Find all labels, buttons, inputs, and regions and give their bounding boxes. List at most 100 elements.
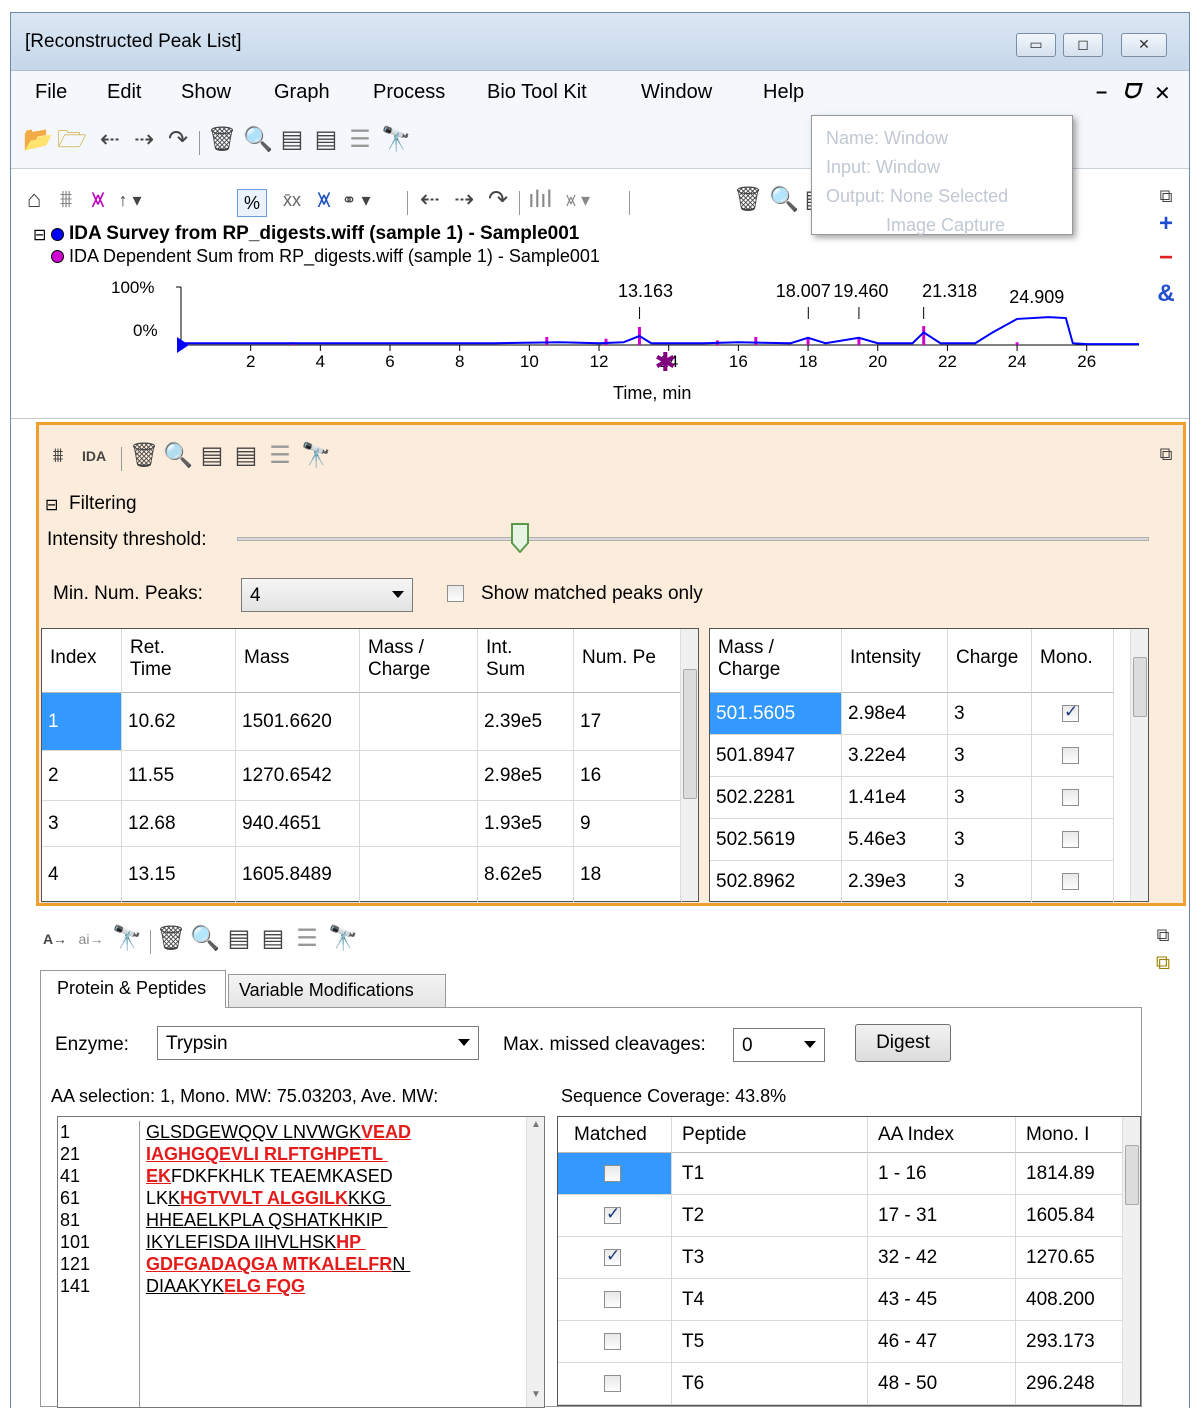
binoculars-peaks-icon[interactable]: 🔭	[301, 443, 331, 469]
sequence-text[interactable]: GLSDGEWQQV LNVWGKVEAD IAGHGQEVLI RLFTGHPE…	[146, 1121, 516, 1297]
peaks-col-header[interactable]: Mass	[236, 629, 360, 693]
binoculars-bio-icon[interactable]: 🔭	[328, 926, 358, 952]
matched-checkbox[interactable]	[604, 1204, 621, 1224]
peptide-col-header[interactable]: Peptide	[672, 1117, 868, 1153]
peptide-cell[interactable]: 43 - 45	[868, 1279, 1016, 1321]
mz-cell[interactable]: 3	[948, 777, 1032, 819]
menu-window[interactable]: Window	[641, 81, 712, 104]
binoculars-icon[interactable]: 🔭	[381, 127, 411, 153]
enzyme-select[interactable]: Trypsin	[157, 1026, 479, 1060]
peptide-cell[interactable]: 408.200	[1016, 1279, 1124, 1321]
mono-checkbox[interactable]	[1062, 789, 1079, 806]
table-icon[interactable]: ▤	[277, 127, 307, 153]
peaks-cell[interactable]: 13.15	[122, 847, 236, 903]
peaks-cell[interactable]: 2.39e5	[478, 693, 574, 751]
peptide-cell[interactable]: 1814.89	[1016, 1153, 1124, 1195]
mz-scrollbar[interactable]	[1130, 629, 1148, 901]
intensity-slider-track[interactable]	[237, 537, 1149, 541]
mz-scroll-thumb[interactable]	[1133, 657, 1147, 717]
table-bio-icon[interactable]: ▤	[224, 926, 254, 952]
digest-button[interactable]: Digest	[855, 1024, 951, 1062]
list-bio-icon[interactable]: ☰	[292, 926, 322, 952]
mz-col-header[interactable]: Charge	[948, 629, 1032, 693]
peptide-cell[interactable]: 1605.84	[1016, 1195, 1124, 1237]
mz-cell[interactable]: 501.8947	[710, 735, 842, 777]
max-missed-select[interactable]: 0	[733, 1028, 825, 1062]
mono-checkbox[interactable]	[1062, 873, 1079, 890]
tab-variable-modifications[interactable]: Variable Modifications	[228, 974, 446, 1008]
table2-peaks-icon[interactable]: ▤	[231, 443, 261, 469]
mz-cell[interactable]: 3.22e4	[842, 735, 948, 777]
peaks-col-header[interactable]: Mass / Charge	[360, 629, 478, 693]
axx-icon[interactable]: A→	[40, 926, 70, 952]
peaks-cell[interactable]: 2.98e5	[478, 751, 574, 801]
pane-menu3-icon[interactable]: ⧉	[1148, 922, 1178, 948]
peaks-cell[interactable]	[360, 751, 478, 801]
peaks-cell[interactable]: 17	[574, 693, 682, 751]
find-icon[interactable]: 🔭	[112, 926, 142, 952]
mz-cell[interactable]: 5.46e3	[842, 819, 948, 861]
menu-process[interactable]: Process	[373, 81, 445, 104]
peaks-cell[interactable]: 16	[574, 751, 682, 801]
table2-icon[interactable]: ▤	[311, 127, 341, 153]
matched-checkbox[interactable]	[604, 1291, 621, 1308]
zoom-bio-icon[interactable]: 🔍	[190, 926, 220, 952]
tab-protein-peptides[interactable]: Protein & Peptides	[40, 970, 226, 1008]
peaks-cell[interactable]: 3	[42, 801, 122, 847]
peaks-col-header[interactable]: Num. Pe	[574, 629, 682, 693]
peaks-col-header[interactable]: Ret. Time	[122, 629, 236, 693]
menu-show[interactable]: Show	[181, 81, 231, 104]
mz-cell[interactable]: 502.2281	[710, 777, 842, 819]
delete-icon[interactable]: 🗑	[207, 127, 237, 153]
mdi-restore-icon[interactable]: ᗜ	[1123, 81, 1140, 104]
matched-checkbox[interactable]	[604, 1375, 621, 1392]
mz-cell[interactable]: 3	[948, 819, 1032, 861]
peaks-cell[interactable]: 1605.8489	[236, 847, 360, 903]
menu-edit[interactable]: Edit	[107, 81, 141, 104]
maximize-button[interactable]: ◻	[1063, 33, 1103, 57]
open-folder-icon[interactable]: 📂	[23, 127, 53, 153]
peaks-cell[interactable]: 4	[42, 847, 122, 903]
mz-cell[interactable]: 1.41e4	[842, 777, 948, 819]
peaks-cell[interactable]	[360, 847, 478, 903]
sequence-line[interactable]: GLSDGEWQQV LNVWGKVEAD	[146, 1121, 516, 1143]
delete-peaks-icon[interactable]: 🗑	[129, 443, 159, 469]
peaks-cell[interactable]: 940.4651	[236, 801, 360, 847]
peptide-cell[interactable]: 296.248	[1016, 1363, 1124, 1405]
peptide-cell[interactable]: T2	[672, 1195, 868, 1237]
zoom-icon[interactable]: 🔍	[243, 127, 273, 153]
peaks-cell[interactable]: 1501.6620	[236, 693, 360, 751]
mz-cell[interactable]: 3	[948, 861, 1032, 903]
peptide-col-header[interactable]: Mono. I	[1016, 1117, 1124, 1153]
peptide-cell[interactable]: 32 - 42	[868, 1237, 1016, 1279]
peaks-cell[interactable]	[360, 693, 478, 751]
show-matched-checkbox[interactable]	[447, 585, 464, 602]
copy-icon[interactable]: ⧉	[1148, 950, 1178, 976]
sequence-line[interactable]: IKYLEFISDA IIHVLHSKHP	[146, 1231, 516, 1253]
peaks-cell[interactable]: 1	[42, 693, 122, 751]
intensity-slider-thumb[interactable]	[510, 523, 529, 554]
mz-col-header[interactable]: Mass / Charge	[710, 629, 842, 693]
close-button[interactable]: ✕	[1121, 33, 1167, 57]
peptide-cell[interactable]: 1 - 16	[868, 1153, 1016, 1195]
filtering-collapse-icon[interactable]: ⊟	[45, 495, 58, 515]
mz-cell[interactable]: 501.5605	[710, 693, 842, 735]
peptide-cell[interactable]: 1270.65	[1016, 1237, 1124, 1279]
mz-col-header[interactable]: Mono.	[1032, 629, 1114, 693]
peaks-cell[interactable]: 18	[574, 847, 682, 903]
mz-cell[interactable]: 2.39e3	[842, 861, 948, 903]
table2-bio-icon[interactable]: ▤	[258, 926, 288, 952]
peaks-col-header[interactable]: Index	[42, 629, 122, 693]
min-num-peaks-select[interactable]: 4	[241, 578, 413, 612]
mdi-close-icon[interactable]: ✕	[1154, 81, 1171, 106]
sequence-line[interactable]: GDFGADAQGA MTKALELFRN	[146, 1253, 516, 1275]
peptide-cell[interactable]: 293.173	[1016, 1321, 1124, 1363]
peptide-cell[interactable]: 17 - 31	[868, 1195, 1016, 1237]
mz-cell[interactable]: 3	[948, 693, 1032, 735]
matched-checkbox[interactable]	[604, 1165, 621, 1182]
mz-col-header[interactable]: Intensity	[842, 629, 948, 693]
peptide-scroll-thumb[interactable]	[1125, 1145, 1139, 1205]
peptide-cell[interactable]: 46 - 47	[868, 1321, 1016, 1363]
forward-icon[interactable]: ⇢	[129, 127, 159, 153]
peptide-cell[interactable]: T1	[672, 1153, 868, 1195]
